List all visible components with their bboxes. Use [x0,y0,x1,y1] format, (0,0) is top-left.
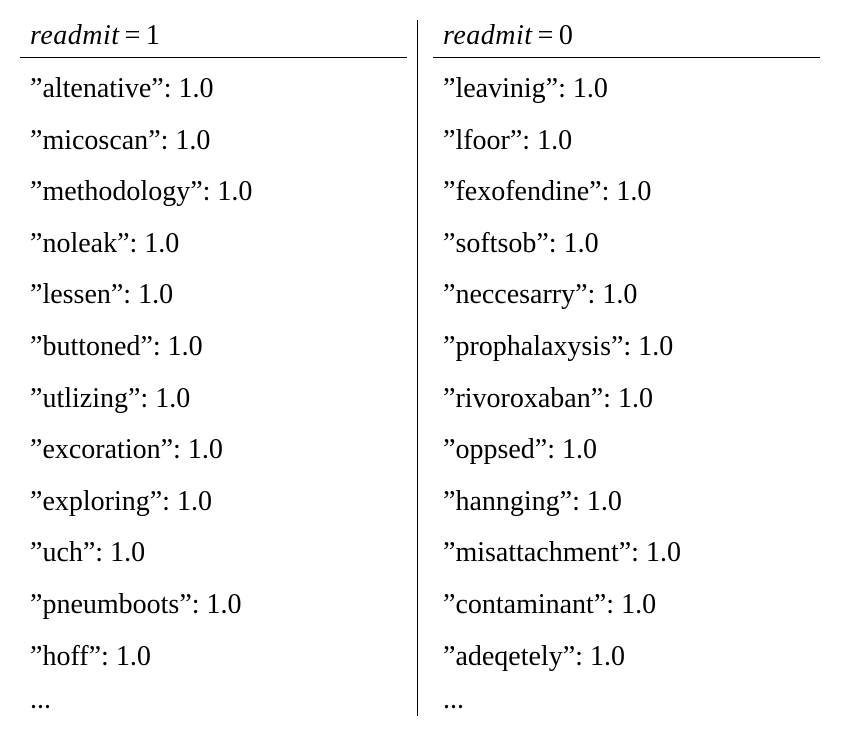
table-row: ”hoff”: 1.0 [20,631,407,683]
table-row: ”neccesarry”: 1.0 [433,269,820,321]
term: excoration [42,434,160,465]
equals-sign: = [120,20,146,51]
table-row: ”leavinig”: 1.0 [433,63,820,115]
value: 1.0 [188,434,223,465]
term: leavinig [455,73,545,104]
term: buttoned [42,331,140,362]
term: altenative [42,73,151,104]
table-row: ”lfoor”: 1.0 [433,115,820,167]
term: lessen [42,279,110,310]
header-val: 0 [559,20,574,51]
table-row: ”utlizing”: 1.0 [20,373,407,425]
value: 1.0 [564,228,599,259]
term: noleak [42,228,117,259]
value: 1.0 [155,383,190,414]
header-val: 1 [146,20,161,51]
value: 1.0 [116,641,151,672]
table-row: ”lessen”: 1.0 [20,269,407,321]
value: 1.0 [587,486,622,517]
table-row: ”uch”: 1.0 [20,527,407,579]
table-row: ”prophalaxysis”: 1.0 [433,321,820,373]
term: utlizing [42,383,128,414]
term: micoscan [42,125,148,156]
term: prophalaxysis [455,331,611,362]
comparison-table: readmit=1 ”altenative”: 1.0 ”micoscan”: … [20,20,830,716]
table-row: ”buttoned”: 1.0 [20,321,407,373]
header-var: readmit [443,20,533,51]
equals-sign: = [533,20,559,51]
table-row: ”methodology”: 1.0 [20,166,407,218]
value: 1.0 [537,125,572,156]
value: 1.0 [178,73,213,104]
ellipsis: ... [433,682,820,716]
value: 1.0 [207,589,242,620]
table-row: ”excoration”: 1.0 [20,424,407,476]
term: adeqetely [455,641,562,672]
value: 1.0 [562,434,597,465]
term: neccesarry [455,279,575,310]
value: 1.0 [638,331,673,362]
table-row: ”pneumboots”: 1.0 [20,579,407,631]
table-row: ”rivoroxaban”: 1.0 [433,373,820,425]
term: contaminant [455,589,593,620]
value: 1.0 [646,537,681,568]
table-row: ”hannging”: 1.0 [433,476,820,528]
term: misattachment [455,537,618,568]
table-row: ”exploring”: 1.0 [20,476,407,528]
table-row: ”oppsed”: 1.0 [433,424,820,476]
column-readmit-0: readmit=0 ”leavinig”: 1.0 ”lfoor”: 1.0 ”… [418,20,830,716]
term: hannging [455,486,559,517]
value: 1.0 [175,125,210,156]
term: lfoor [455,125,509,156]
value: 1.0 [177,486,212,517]
term: methodology [42,176,190,207]
value: 1.0 [110,537,145,568]
term: fexofendine [455,176,589,207]
table-row: ”misattachment”: 1.0 [433,527,820,579]
table-row: ”altenative”: 1.0 [20,63,407,115]
term: hoff [42,641,88,672]
value: 1.0 [590,641,625,672]
term: oppsed [455,434,534,465]
term: pneumboots [42,589,179,620]
term: softsob [455,228,536,259]
value: 1.0 [602,279,637,310]
value: 1.0 [168,331,203,362]
column-header-left: readmit=1 [20,20,407,58]
value: 1.0 [144,228,179,259]
table-row: ”softsob”: 1.0 [433,218,820,270]
value: 1.0 [621,589,656,620]
term: uch [42,537,82,568]
header-var: readmit [30,20,120,51]
table-row: ”fexofendine”: 1.0 [433,166,820,218]
ellipsis: ... [20,682,407,716]
value: 1.0 [616,176,651,207]
term: rivoroxaban [455,383,590,414]
column-readmit-1: readmit=1 ”altenative”: 1.0 ”micoscan”: … [20,20,418,716]
column-header-right: readmit=0 [433,20,820,58]
table-row: ”noleak”: 1.0 [20,218,407,270]
table-row: ”contaminant”: 1.0 [433,579,820,631]
value: 1.0 [138,279,173,310]
value: 1.0 [573,73,608,104]
term: exploring [42,486,149,517]
value: 1.0 [618,383,653,414]
table-row: ”micoscan”: 1.0 [20,115,407,167]
table-row: ”adeqetely”: 1.0 [433,631,820,683]
value: 1.0 [217,176,252,207]
